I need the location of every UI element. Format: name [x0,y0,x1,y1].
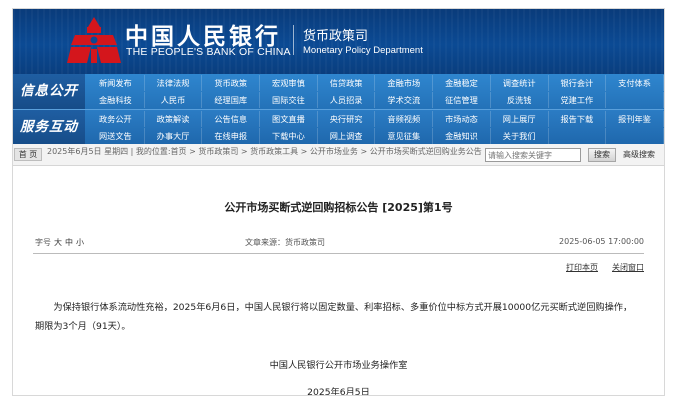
pboc-logo-icon[interactable] [67,15,121,65]
nav-info-row2-item-5[interactable]: 人员招录 [318,92,376,108]
nav-service-row1-item-9[interactable]: 报告下载 [549,111,607,127]
main-navigation: 信息公开 新闻发布 法律法规 货币政策 宏观审慎 信贷政策 金融市场 金融稳定 调查统计 银行会… [13,74,664,145]
nav-info-row1-item-1[interactable]: 新闻发布 [87,75,145,91]
nav-group-label-service: 服务互动 [13,110,85,145]
close-window-link[interactable]: 关闭窗口 [612,263,644,272]
header-divider [293,25,294,55]
nav-service-row1-item-2[interactable]: 政策解读 [145,111,203,127]
nav-service-row2-item-10 [606,128,664,144]
nav-service-row2-item-2[interactable]: 办事大厅 [145,128,203,144]
nav-info-row2-item-10 [606,92,664,108]
article-source: 文章来源：货币政策司 [245,238,325,247]
nav-service-row1-item-5[interactable]: 央行研究 [318,111,376,127]
article-date: 2025-06-05 17:00:00 [559,237,644,246]
font-size-medium-button[interactable]: 中 [65,238,73,247]
search-button[interactable]: 搜索 [588,148,616,162]
nav-service-row2-item-3[interactable]: 在线申报 [202,128,261,144]
nav-service-row2-item-1[interactable]: 网送文告 [87,128,145,144]
advanced-search-link[interactable]: 高级搜索 [623,149,655,160]
home-button[interactable]: 首 页 [14,148,42,161]
nav-info-row1-item-6[interactable]: 金融市场 [375,75,434,91]
nav-info-row2-item-7[interactable]: 征信管理 [433,92,491,108]
nav-service-row2-item-6[interactable]: 意见征集 [375,128,434,144]
nav-service-row2-item-7[interactable]: 金融知识 [433,128,491,144]
nav-service-row2-item-5[interactable]: 网上调查 [318,128,376,144]
nav-info-row2-item-9[interactable]: 党建工作 [549,92,607,108]
nav-info-row1-item-10[interactable]: 支付体系 [606,75,664,91]
site-header: 中国人民银行 THE PEOPLE'S BANK OF CHINA 货币政策司 … [13,9,664,74]
nav-info-row1-item-5[interactable]: 信贷政策 [318,75,376,91]
nav-group-label-info: 信息公开 [13,74,85,109]
article-actions: 打印本页 关闭窗口 [552,262,644,273]
page-frame: 中国人民银行 THE PEOPLE'S BANK OF CHINA 货币政策司 … [0,0,675,401]
nav-info-row2-item-2[interactable]: 人民币 [145,92,203,108]
nav-service-row1-item-7[interactable]: 市场动态 [433,111,491,127]
nav-info-row1-item-9[interactable]: 银行会计 [549,75,607,91]
nav-grid-info: 新闻发布 法律法规 货币政策 宏观审慎 信贷政策 金融市场 金融稳定 调查统计 银行会计 支付体系… [87,75,664,108]
article-title: 公开市场买断式逆回购招标公告 [2025]第1号 [224,201,453,214]
print-page-link[interactable]: 打印本页 [566,263,598,272]
article: 公开市场买断式逆回购招标公告 [2025]第1号 字号大中小 文章来源：货币政策… [33,181,644,396]
department-title-cn: 货币政策司 [303,29,369,44]
nav-info-row2-item-8[interactable]: 反洗钱 [491,92,549,108]
nav-info-row2-item-6[interactable]: 学术交流 [375,92,434,108]
nav-grid-service: 政务公开 政策解读 公告信息 图文直播 央行研究 音频视频 市场动态 网上展厅 报告下载 报刊年鉴… [87,111,664,144]
site-title-en: THE PEOPLE'S BANK OF CHINA [126,46,291,58]
meta-divider [33,253,644,254]
search-input[interactable] [485,148,581,162]
browser-content: 中国人民银行 THE PEOPLE'S BANK OF CHINA 货币政策司 … [12,8,665,396]
nav-service-row2-item-9 [549,128,607,144]
nav-info-row1-item-8[interactable]: 调查统计 [491,75,549,91]
article-body: 为保持银行体系流动性充裕，2025年6月6日，中国人民银行将以固定数量、利率招标… [35,302,633,332]
nav-service-row1-item-6[interactable]: 音频视频 [375,111,434,127]
nav-info-row1-item-3[interactable]: 货币政策 [202,75,261,91]
nav-info-row1-item-7[interactable]: 金融稳定 [433,75,491,91]
font-size-small-button[interactable]: 小 [76,238,84,247]
nav-info-row2-item-1[interactable]: 金融科技 [87,92,145,108]
nav-info-row2-item-4[interactable]: 国际交往 [260,92,318,108]
font-size-label: 字号 [35,238,51,247]
nav-service-row2-item-4[interactable]: 下载中心 [260,128,318,144]
nav-info-row2-item-3[interactable]: 经理国库 [202,92,261,108]
article-sign-date: 2025年6月5日 [307,387,370,396]
nav-service-row1-item-3[interactable]: 公告信息 [202,111,261,127]
nav-service-row1-item-1[interactable]: 政务公开 [87,111,145,127]
nav-info-row1-item-2[interactable]: 法律法规 [145,75,203,91]
nav-service-row2-item-8[interactable]: 关于我们 [491,128,549,144]
article-signature: 中国人民银行公开市场业务操作室 [269,360,408,371]
font-size-large-button[interactable]: 大 [54,238,62,247]
nav-group-service: 服务互动 政务公开 政策解读 公告信息 图文直播 央行研究 音频视频 市场动态 网上展厅 报告下… [13,109,664,145]
font-size-control: 字号大中小 [35,237,84,248]
nav-info-row1-item-4[interactable]: 宏观审慎 [260,75,318,91]
nav-service-row1-item-4[interactable]: 图文直播 [260,111,318,127]
article-meta: 字号大中小 文章来源：货币政策司 2025-06-05 17:00:00 [35,237,644,251]
breadcrumb: 2025年6月5日 星期四 | 我的位置:首页 > 货币政策司 > 货币政策工具… [47,147,482,156]
nav-service-row1-item-10[interactable]: 报刊年鉴 [606,111,664,127]
nav-group-info: 信息公开 新闻发布 法律法规 货币政策 宏观审慎 信贷政策 金融市场 金融稳定 调查统计 银行会… [13,74,664,109]
department-title-en: Monetary Policy Department [303,45,423,56]
nav-service-row1-item-8[interactable]: 网上展厅 [491,111,549,127]
location-bar: 首 页 2025年6月5日 星期四 | 我的位置:首页 > 货币政策司 > 货币… [13,144,664,166]
